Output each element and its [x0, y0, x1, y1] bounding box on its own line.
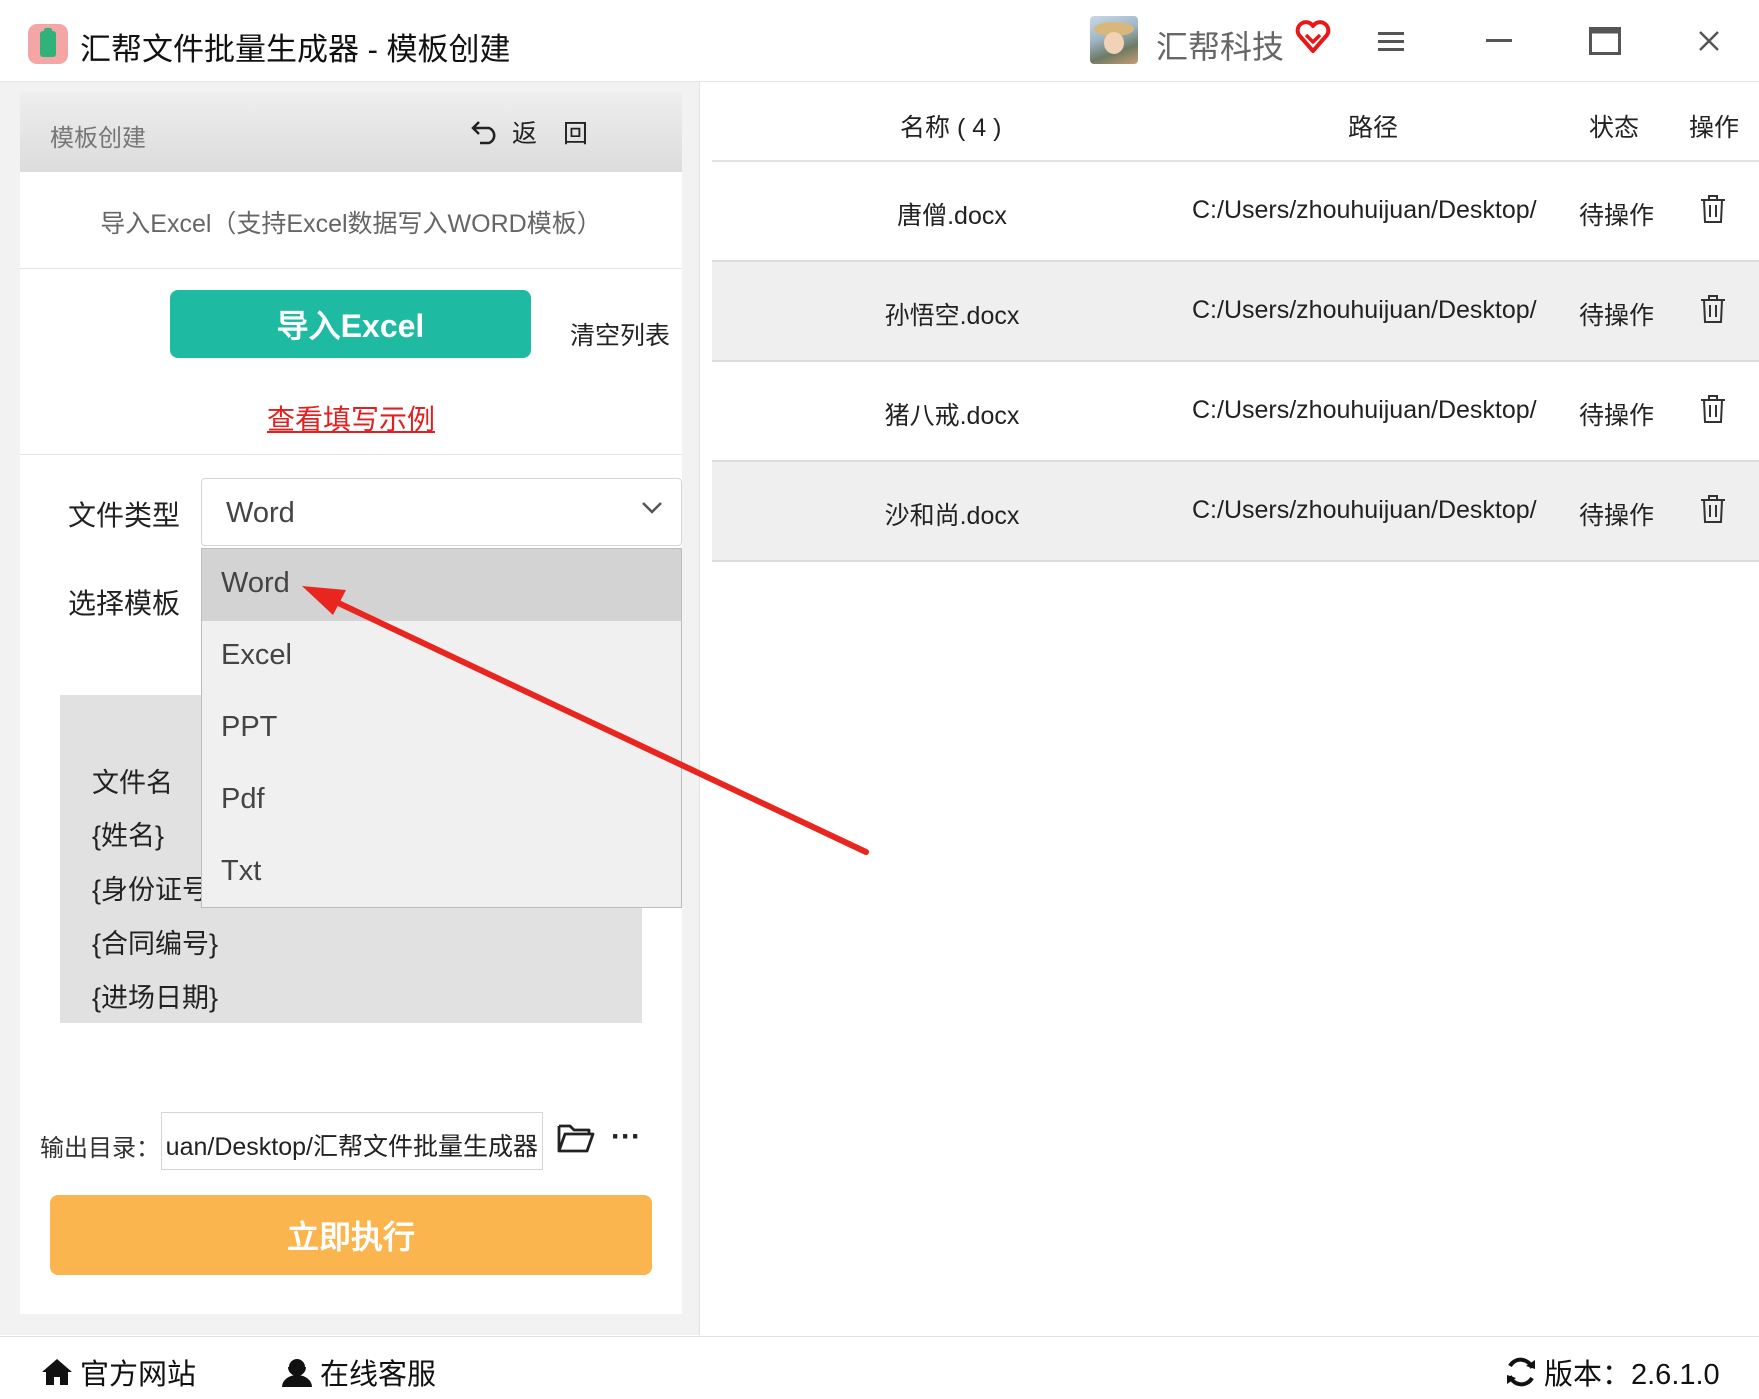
file-status: 待操作	[1579, 402, 1655, 430]
table-row[interactable]: 孙悟空.docx C:/Users/zhouhuijuan/Desktop/ 待…	[712, 262, 1759, 362]
user-icon	[282, 1357, 312, 1387]
clear-list-button[interactable]: 清空列表	[570, 316, 670, 352]
table-row[interactable]: 猪八戒.docx C:/Users/zhouhuijuan/Desktop/ 待…	[712, 362, 1759, 462]
run-now-button[interactable]: 立即执行	[50, 1195, 652, 1275]
official-website-label: 官方网站	[80, 1359, 197, 1391]
file-status: 待操作	[1579, 502, 1655, 530]
close-icon[interactable]	[1688, 20, 1730, 62]
file-type-select[interactable]: Word	[201, 478, 682, 546]
file-type-value: Word	[226, 497, 295, 529]
version-label: 版本：2.6.1.0	[1544, 1359, 1720, 1391]
view-example-link[interactable]: 查看填写示例	[20, 398, 682, 438]
template-line: 文件名	[92, 768, 173, 798]
output-dir-input[interactable]: uan/Desktop/汇帮文件批量生成器	[161, 1112, 543, 1170]
title-bar: 汇帮文件批量生成器 - 模板创建 汇帮科技	[0, 0, 1759, 82]
status-bar: 官方网站 在线客服 版本：2.6.1.0	[0, 1336, 1759, 1399]
more-icon[interactable]: ···	[611, 1122, 641, 1152]
column-path: 路径	[1348, 114, 1399, 142]
select-template-label: 选择模板	[68, 588, 181, 619]
back-button[interactable]: 返回	[470, 114, 614, 150]
version-info: 版本：2.6.1.0	[1504, 1351, 1720, 1393]
file-path: C:/Users/zhouhuijuan/Desktop/	[1192, 196, 1537, 224]
file-name: 孙悟空.docx	[884, 302, 1020, 330]
template-line: {合同编号}	[92, 929, 219, 959]
file-path: C:/Users/zhouhuijuan/Desktop/	[1192, 296, 1537, 324]
chevron-down-icon	[642, 502, 662, 514]
file-name: 唐僧.docx	[897, 202, 1007, 230]
home-icon	[42, 1359, 72, 1385]
menu-icon[interactable]	[1370, 20, 1412, 62]
table-row[interactable]: 沙和尚.docx C:/Users/zhouhuijuan/Desktop/ 待…	[712, 462, 1759, 562]
trash-icon[interactable]	[1700, 494, 1726, 524]
option-ppt[interactable]: PPT	[202, 693, 681, 765]
output-dir-label: 输出目录：	[40, 1135, 160, 1162]
panel-header: 模板创建 返回	[20, 92, 682, 172]
official-website-link[interactable]: 官方网站	[40, 1351, 196, 1393]
file-status: 待操作	[1579, 202, 1655, 230]
file-path: C:/Users/zhouhuijuan/Desktop/	[1192, 396, 1537, 424]
option-excel[interactable]: Excel	[202, 621, 681, 693]
column-action: 操作	[1689, 114, 1740, 142]
column-status: 状态	[1589, 114, 1640, 142]
back-icon	[471, 121, 496, 145]
template-line: {身份证号}	[92, 875, 219, 905]
trash-icon[interactable]	[1700, 194, 1726, 224]
divider	[20, 268, 682, 269]
template-line: {姓名}	[92, 821, 165, 851]
heart-icon[interactable]	[1294, 18, 1332, 56]
maximize-icon[interactable]	[1584, 20, 1626, 62]
trash-icon[interactable]	[1700, 294, 1726, 324]
table-row[interactable]: 唐僧.docx C:/Users/zhouhuijuan/Desktop/ 待操…	[712, 162, 1759, 262]
online-support-label: 在线客服	[320, 1359, 437, 1391]
back-label: 返回	[512, 120, 615, 148]
file-path: C:/Users/zhouhuijuan/Desktop/	[1192, 496, 1537, 524]
import-excel-button[interactable]: 导入Excel	[170, 290, 531, 358]
avatar[interactable]	[1090, 16, 1138, 64]
refresh-icon	[1507, 1357, 1535, 1387]
file-name: 沙和尚.docx	[884, 502, 1020, 530]
online-support-link[interactable]: 在线客服	[280, 1351, 436, 1393]
minimize-icon[interactable]	[1478, 20, 1520, 62]
column-name[interactable]: 名称 ( 4 )	[900, 108, 1001, 144]
divider	[20, 454, 682, 455]
panel-title: 模板创建	[50, 125, 146, 152]
window-title: 汇帮文件批量生成器 - 模板创建	[80, 32, 511, 67]
option-pdf[interactable]: Pdf	[202, 765, 681, 837]
template-line: {进场日期}	[92, 983, 219, 1013]
option-word[interactable]: Word	[202, 549, 681, 621]
folder-icon[interactable]	[557, 1122, 595, 1154]
file-type-dropdown: Word Excel PPT Pdf Txt	[201, 548, 682, 908]
file-type-label: 文件类型	[68, 500, 181, 531]
brand-name: 汇帮科技	[1156, 29, 1285, 65]
app-icon	[28, 24, 68, 64]
trash-icon[interactable]	[1700, 394, 1726, 424]
option-txt[interactable]: Txt	[202, 837, 681, 909]
table-header: 名称 ( 4 ) 路径 状态 操作	[712, 82, 1759, 162]
output-dir-value: uan/Desktop/汇帮文件批量生成器	[165, 1133, 538, 1161]
file-status: 待操作	[1579, 302, 1655, 330]
file-name: 猪八戒.docx	[884, 402, 1020, 430]
import-hint: 导入Excel（支持Excel数据写入WORD模板）	[100, 210, 602, 238]
